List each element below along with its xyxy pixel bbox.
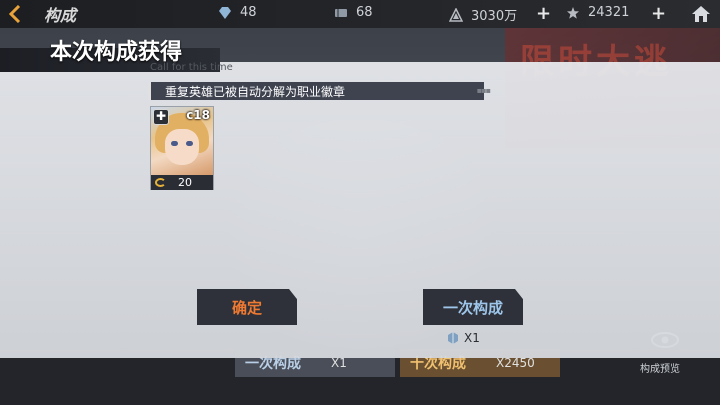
dialog-subtitle: Call for this time [150, 62, 233, 73]
single-summon-bg-cost: X1 [331, 356, 347, 370]
reward-amount: 20 [178, 176, 192, 189]
page-title: 构成 [44, 6, 77, 25]
class-badge-icon: ✚ [153, 109, 169, 125]
resource-gold: 3030万 [449, 5, 517, 24]
back-button[interactable] [0, 0, 30, 28]
resource-ticket-value: 68 [356, 5, 373, 20]
summon-once-button[interactable]: 一次构成 [423, 289, 523, 325]
ten-summon-bg-cost: X2450 [496, 356, 535, 370]
summon-once-cost-value: X1 [464, 331, 480, 345]
duplicate-notice-text: 重复英雄已被自动分解为职业徽章 [165, 84, 346, 99]
resource-crystal-value: 24321 [588, 5, 630, 20]
chevron-left-icon [8, 5, 21, 23]
resource-crystal: 24321 [566, 5, 629, 20]
star-crystal-icon [567, 6, 579, 19]
ticket-icon [448, 332, 458, 344]
ticket-icon [335, 8, 347, 17]
add-gold-button[interactable]: + [536, 3, 551, 24]
duplicate-notice: 重复英雄已被自动分解为职业徽章 ▪▪▪ [148, 82, 491, 100]
reward-code: c18 [186, 108, 210, 122]
summon-once-cost: X1 [446, 331, 480, 345]
badge-coin-icon [155, 178, 166, 187]
reward-card[interactable]: ✚ c18 20 [150, 106, 214, 190]
preview-label: 构成预览 [640, 364, 680, 375]
notice-decoration: ▪▪▪ [476, 86, 491, 95]
diamond-icon [219, 6, 231, 19]
resource-diamond: 48 [218, 5, 257, 20]
resource-diamond-value: 48 [240, 5, 257, 20]
gold-icon [449, 7, 463, 22]
reward-amount-bar: 20 [151, 175, 213, 190]
result-dialog [0, 62, 720, 358]
confirm-button[interactable]: 确定 [197, 289, 297, 325]
resource-gold-value: 3030万 [471, 9, 518, 24]
resource-ticket: 68 [334, 5, 373, 20]
home-icon[interactable] [690, 3, 712, 25]
add-crystal-button[interactable]: + [651, 3, 666, 24]
